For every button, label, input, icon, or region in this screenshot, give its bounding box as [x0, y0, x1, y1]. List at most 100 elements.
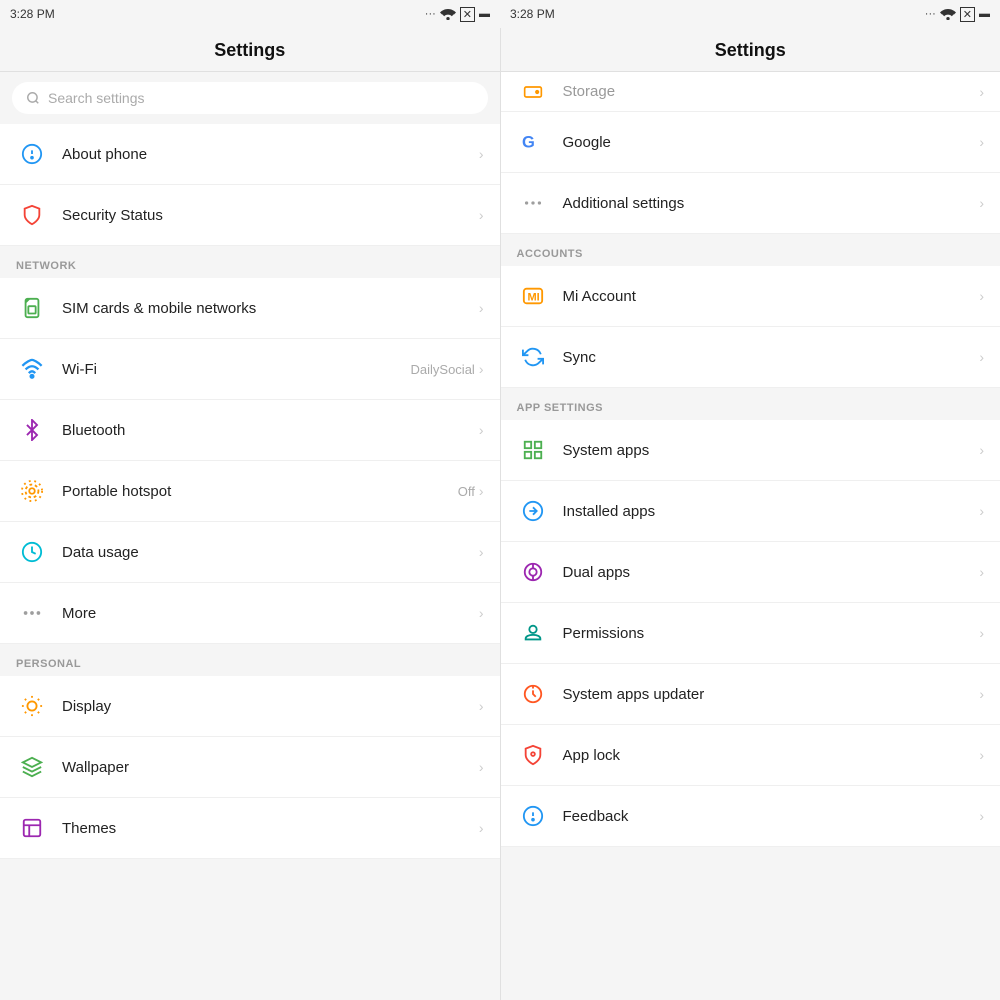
sync-text: Sync ›: [563, 349, 985, 366]
google-chevron: ›: [979, 134, 984, 150]
settings-item-feedback[interactable]: Feedback ›: [501, 786, 1000, 847]
settings-item-about-phone[interactable]: About phone ›: [0, 124, 500, 185]
settings-item-updater[interactable]: System apps updater ›: [501, 664, 1000, 725]
about-phone-label: About phone: [62, 146, 479, 163]
display-chevron: ›: [479, 698, 484, 714]
themes-text: Themes ›: [62, 820, 484, 837]
partial-storage-item[interactable]: Storage ›: [501, 72, 1000, 112]
dual-apps-text: Dual apps ›: [563, 564, 985, 581]
personal-section-label: PERSONAL: [0, 644, 500, 676]
settings-item-mi-account[interactable]: MI Mi Account ›: [501, 266, 1000, 327]
feedback-chevron: ›: [979, 808, 984, 824]
installed-apps-label: Installed apps: [563, 503, 980, 520]
hotspot-label: Portable hotspot: [62, 483, 458, 500]
right-battery-icon: ▬: [979, 8, 990, 20]
hotspot-chevron: ›: [479, 483, 484, 499]
installed-apps-chevron: ›: [979, 503, 984, 519]
dual-apps-icon: [517, 556, 549, 588]
system-apps-chevron: ›: [979, 442, 984, 458]
svg-text:G: G: [522, 134, 535, 152]
more-text: More ›: [62, 605, 484, 622]
settings-item-app-lock[interactable]: App lock ›: [501, 725, 1000, 786]
bluetooth-label: Bluetooth: [62, 422, 479, 439]
permissions-icon: [517, 617, 549, 649]
permissions-label: Permissions: [563, 625, 980, 642]
settings-item-themes[interactable]: Themes ›: [0, 798, 500, 859]
sim-cards-label: SIM cards & mobile networks: [62, 300, 479, 317]
about-phone-chevron: ›: [479, 146, 484, 162]
feedback-icon: [517, 800, 549, 832]
wifi-icon: [16, 353, 48, 385]
mi-account-text: Mi Account ›: [563, 288, 985, 305]
bluetooth-text: Bluetooth ›: [62, 422, 484, 439]
settings-item-dual-apps[interactable]: Dual apps ›: [501, 542, 1000, 603]
storage-icon: [517, 76, 549, 108]
dual-apps-label: Dual apps: [563, 564, 980, 581]
settings-item-permissions[interactable]: Permissions ›: [501, 603, 1000, 664]
wallpaper-icon: [16, 751, 48, 783]
google-icon: G: [517, 126, 549, 158]
more-label: More: [62, 605, 479, 622]
permissions-text: Permissions ›: [563, 625, 985, 642]
settings-item-sim-cards[interactable]: SIM cards & mobile networks ›: [0, 278, 500, 339]
right-panel: Settings Storage › G Google ›: [501, 28, 1000, 1000]
bluetooth-icon: [16, 414, 48, 446]
settings-item-installed-apps[interactable]: Installed apps ›: [501, 481, 1000, 542]
settings-item-sync[interactable]: Sync ›: [501, 327, 1000, 388]
search-placeholder: Search settings: [48, 90, 145, 106]
network-section-label: NETWORK: [0, 246, 500, 278]
more-chevron: ›: [479, 605, 484, 621]
data-usage-text: Data usage ›: [62, 544, 484, 561]
settings-item-security-status[interactable]: Security Status ›: [0, 185, 500, 246]
updater-icon: [517, 678, 549, 710]
google-label: Google: [563, 134, 980, 151]
system-apps-label: System apps: [563, 442, 980, 459]
additional-settings-chevron: ›: [979, 195, 984, 211]
x-icon: ✕: [460, 7, 475, 22]
settings-item-more[interactable]: More ›: [0, 583, 500, 644]
left-panel: Settings Search settings About phone ›: [0, 28, 501, 1000]
wifi-text: Wi-Fi DailySocial ›: [62, 361, 484, 378]
display-text: Display ›: [62, 698, 484, 715]
hotspot-icon: [16, 475, 48, 507]
right-wifi-icon: [940, 8, 956, 20]
additional-settings-icon: [517, 187, 549, 219]
right-x-icon: ✕: [960, 7, 975, 22]
right-status: 3:28 PM ··· ✕ ▬: [500, 0, 1000, 28]
mi-account-chevron: ›: [979, 288, 984, 304]
feedback-text: Feedback ›: [563, 808, 985, 825]
permissions-chevron: ›: [979, 625, 984, 641]
about-phone-text: About phone ›: [62, 146, 484, 163]
settings-item-hotspot[interactable]: Portable hotspot Off ›: [0, 461, 500, 522]
settings-item-wifi[interactable]: Wi-Fi DailySocial ›: [0, 339, 500, 400]
updater-label: System apps updater: [563, 686, 980, 703]
installed-apps-text: Installed apps ›: [563, 503, 985, 520]
settings-item-wallpaper[interactable]: Wallpaper ›: [0, 737, 500, 798]
settings-item-system-apps[interactable]: System apps ›: [501, 420, 1000, 481]
storage-text: Storage ›: [563, 83, 985, 100]
wifi-status-icon: [440, 8, 456, 20]
right-panel-content: Storage › G Google › Ad: [501, 72, 1000, 1000]
svg-text:MI: MI: [527, 292, 539, 304]
settings-item-additional[interactable]: Additional settings ›: [501, 173, 1000, 234]
left-status: 3:28 PM ··· ✕ ▬: [0, 0, 500, 28]
wifi-label: Wi-Fi: [62, 361, 411, 378]
storage-chevron: ›: [979, 84, 984, 100]
system-apps-icon: [517, 434, 549, 466]
data-usage-label: Data usage: [62, 544, 479, 561]
sync-icon: [517, 341, 549, 373]
search-bar[interactable]: Search settings: [12, 82, 488, 114]
wallpaper-chevron: ›: [479, 759, 484, 775]
hotspot-value: Off: [458, 484, 475, 499]
settings-item-google[interactable]: G Google ›: [501, 112, 1000, 173]
themes-label: Themes: [62, 820, 479, 837]
security-status-chevron: ›: [479, 207, 484, 223]
left-panel-content: Search settings About phone › Security S…: [0, 72, 500, 1000]
settings-item-data-usage[interactable]: Data usage ›: [0, 522, 500, 583]
settings-item-bluetooth[interactable]: Bluetooth ›: [0, 400, 500, 461]
themes-chevron: ›: [479, 820, 484, 836]
wifi-chevron: ›: [479, 361, 484, 377]
additional-settings-text: Additional settings ›: [563, 195, 985, 212]
settings-item-display[interactable]: Display ›: [0, 676, 500, 737]
data-usage-chevron: ›: [479, 544, 484, 560]
